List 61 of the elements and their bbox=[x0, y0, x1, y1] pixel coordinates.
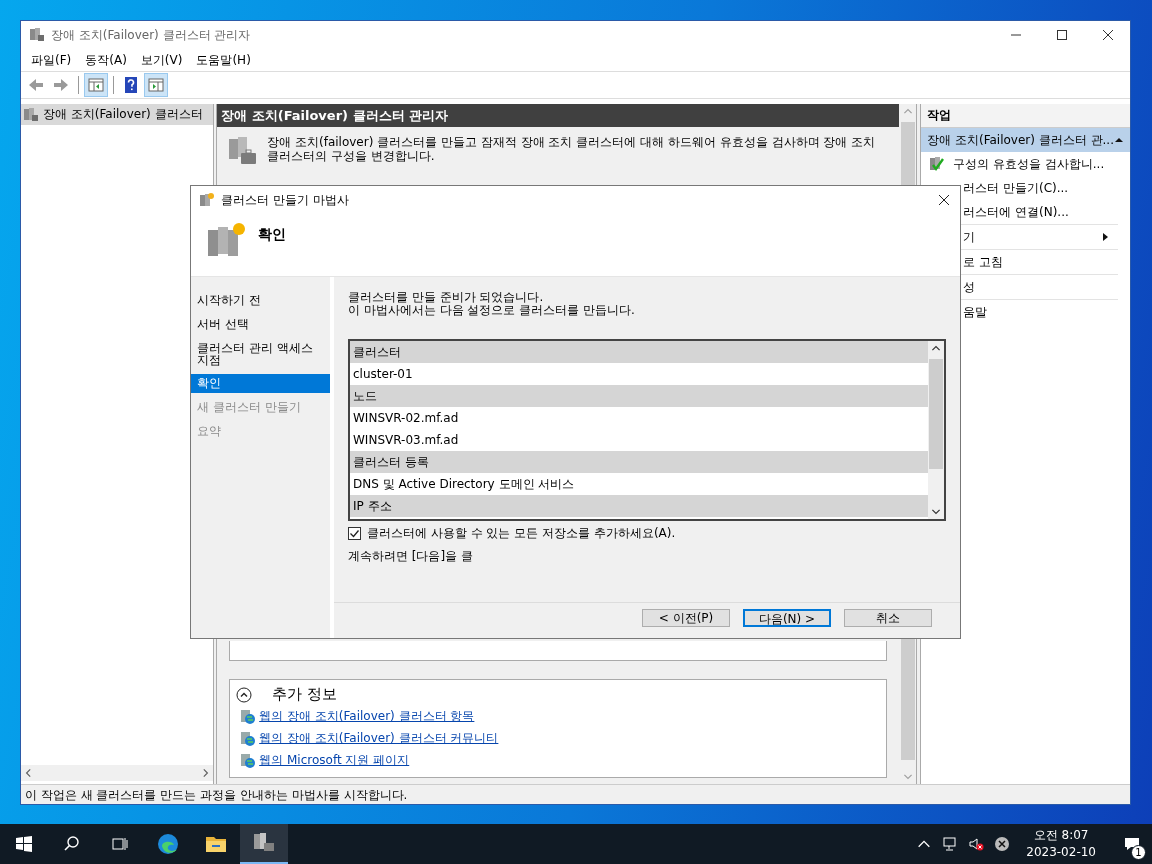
action-item[interactable]: 구성의 유효성을 검사합니... bbox=[921, 152, 1130, 176]
list-item: cluster-01 bbox=[352, 366, 414, 383]
list-item: WINSVR-03.mf.ad bbox=[352, 432, 460, 449]
action-group-header[interactable]: 장애 조치(Failover) 클러스터 관... bbox=[921, 128, 1130, 152]
servers-icon bbox=[199, 192, 215, 208]
error-icon[interactable] bbox=[994, 836, 1011, 852]
group-header: 클러스터 등록 bbox=[350, 451, 928, 473]
notification-badge: 1 bbox=[1131, 845, 1146, 860]
maximize-icon[interactable] bbox=[1056, 29, 1068, 41]
dialog-button[interactable]: < 이전(P) bbox=[642, 609, 730, 627]
pane-header: 장애 조치(Failover) 클러스터 관리자 bbox=[217, 104, 900, 127]
servers-icon bbox=[29, 27, 45, 43]
collapse-icon[interactable] bbox=[1114, 135, 1124, 145]
action-pane-icon[interactable] bbox=[145, 74, 167, 96]
status-bar: 이 작업은 새 클러스터를 만드는 과정을 안내하는 마법사를 시작합니다. bbox=[21, 784, 1130, 804]
globe-icon bbox=[240, 708, 257, 725]
pane-toggle-icon[interactable] bbox=[85, 74, 107, 96]
globe-icon bbox=[240, 730, 257, 747]
dialog-title: 클러스터 만들기 마법사 bbox=[221, 191, 349, 209]
dialog-button[interactable]: 취소 bbox=[844, 609, 932, 627]
checkbox-label: 클러스터에 사용할 수 있는 모든 저장소를 추가하세요(A). bbox=[367, 525, 676, 542]
globe-icon bbox=[240, 752, 257, 769]
browser-icon bbox=[156, 832, 180, 856]
wizard-step[interactable]: 클러스터 관리 액세스 지점 bbox=[191, 339, 330, 369]
pane-header: 작업 bbox=[921, 104, 1130, 128]
scrollbar[interactable] bbox=[21, 765, 214, 781]
taskbar-app[interactable] bbox=[240, 824, 288, 864]
help-link[interactable]: 웹의 Microsoft 지원 페이지 bbox=[259, 752, 410, 770]
window-title: 장애 조치(Failover) 클러스터 관리자 bbox=[51, 26, 251, 44]
scrollbar[interactable] bbox=[928, 341, 944, 519]
checkbox[interactable] bbox=[348, 527, 361, 540]
menu-item[interactable]: 동작(A) bbox=[79, 51, 135, 69]
network-icon[interactable] bbox=[942, 836, 959, 852]
note-text: 계속하려면 [다음]을 클 bbox=[348, 548, 474, 565]
group-header: 클러스터 bbox=[350, 341, 928, 363]
menu-item[interactable]: 도움말(H) bbox=[190, 51, 259, 69]
section-title: 추가 정보 bbox=[272, 685, 337, 705]
submenu-arrow-icon bbox=[1100, 232, 1110, 242]
volume-muted-icon[interactable] bbox=[968, 836, 985, 852]
intro-text: 클러스터를 만들 준비가 되었습니다. 이 마법사에서는 다음 설정으로 클러스터를 만듭니다. bbox=[348, 291, 636, 317]
tree-item[interactable]: 장애 조치(Failover) 클러스터 bbox=[21, 104, 214, 125]
page-heading: 확인 bbox=[258, 226, 286, 244]
group-header: IP 주소 bbox=[350, 495, 928, 517]
validate-icon bbox=[929, 156, 946, 172]
collapse-icon[interactable] bbox=[236, 686, 253, 703]
list-item: DNS 및 Active Directory 도메인 서비스 bbox=[352, 476, 576, 493]
clock[interactable]: 오전 8:07 2023-02-10 bbox=[1020, 827, 1102, 861]
wizard-step[interactable]: 서버 선택 bbox=[191, 315, 330, 334]
group-header: 노드 bbox=[350, 385, 928, 407]
menu-item[interactable]: 파일(F) bbox=[25, 51, 80, 69]
servers-icon bbox=[23, 106, 39, 123]
wizard-step[interactable]: 확인 bbox=[191, 374, 330, 393]
wizard-step[interactable]: 시작하기 전 bbox=[191, 291, 330, 310]
help-link[interactable]: 웹의 장애 조치(Failover) 클러스터 항목 bbox=[259, 708, 475, 726]
list-item: WINSVR-02.mf.ad bbox=[352, 410, 460, 427]
menu-item[interactable]: 보기(V) bbox=[134, 51, 191, 69]
description-text: 장애 조치(failover) 클러스터를 만들고 잠재적 장애 조치 클러스터에 대해 하드웨어 유효성을 검사하며 장애 조치 클러스터의 구성을 변경합니다. bbox=[267, 135, 877, 165]
close-icon[interactable] bbox=[1102, 29, 1114, 41]
help-link[interactable]: 웹의 장애 조치(Failover) 클러스터 커뮤니티 bbox=[259, 730, 499, 748]
dialog-button[interactable]: 다음(N) > bbox=[743, 609, 831, 627]
close-icon[interactable] bbox=[938, 194, 950, 206]
